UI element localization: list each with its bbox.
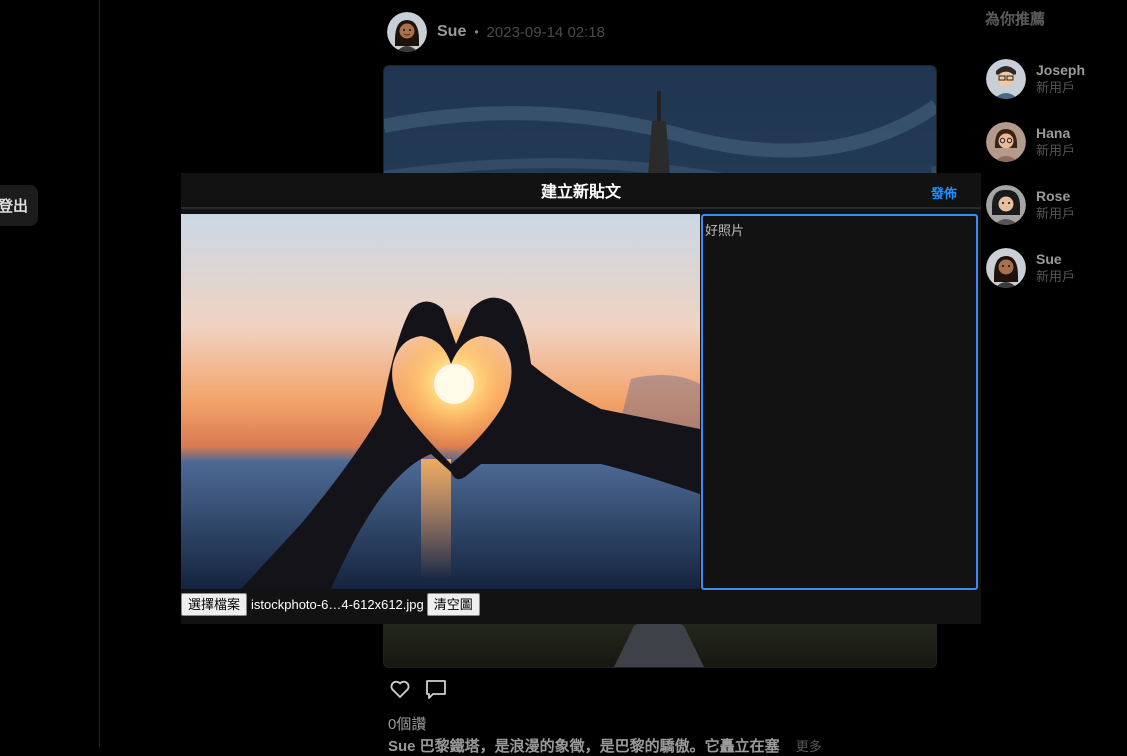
comment-icon[interactable] [424, 677, 448, 706]
suggestion-subtitle: 新用戶 [1036, 205, 1076, 221]
post-caption: Sue 巴黎鐵塔，是浪漫的象徵，是巴黎的驕傲。它矗立在塞 更多 [388, 735, 822, 756]
left-sidebar-divider [99, 0, 100, 747]
suggestion-item-rose[interactable]: Rose 新用戶 [986, 173, 1085, 236]
post-header: Sue • 2023-09-14 02:18 [387, 12, 605, 52]
heart-icon[interactable] [388, 677, 412, 706]
user-avatar[interactable] [986, 58, 1026, 99]
publish-button[interactable]: 發佈 [931, 183, 957, 202]
user-avatar[interactable] [986, 184, 1026, 225]
suggestions-list: Joseph 新用戶 Hana 新用戶 Rose 新用戶 Sue 新用戶 [986, 47, 1085, 299]
clear-image-button[interactable]: 清空圖 [426, 593, 480, 616]
user-avatar[interactable] [986, 247, 1026, 288]
like-count: 0個讚 [388, 716, 427, 733]
post-author-avatar[interactable] [387, 12, 427, 52]
suggestion-item-joseph[interactable]: Joseph 新用戶 [986, 47, 1085, 110]
post-timestamp: 2023-09-14 02:18 [486, 23, 605, 41]
post-actions [388, 677, 448, 706]
choose-file-button[interactable]: 選擇檔案 [181, 593, 248, 616]
suggestion-item-hana[interactable]: Hana 新用戶 [986, 110, 1085, 173]
suggestion-subtitle: 新用戶 [1036, 268, 1076, 284]
file-input-row: 選擇檔案 istockphoto-6…4-612x612.jpg 清空圖 [181, 593, 480, 616]
modal-title: 建立新貼文 [540, 184, 621, 201]
modal-header: 建立新貼文 發佈 [181, 173, 981, 209]
suggestion-subtitle: 新用戶 [1036, 79, 1076, 95]
suggestion-name[interactable]: Rose [1036, 187, 1075, 205]
suggestion-item-sue[interactable]: Sue 新用戶 [986, 236, 1085, 299]
suggestions-title: 為你推薦 [985, 11, 1046, 28]
suggestion-subtitle: 新用戶 [1036, 142, 1076, 158]
suggestion-name[interactable]: Joseph [1036, 61, 1085, 79]
caption-textarea[interactable]: 好照片 [701, 214, 978, 590]
create-post-modal: 建立新貼文 發佈 好照片 選擇檔案 istockphoto-6…4-612x61… [181, 173, 981, 624]
post-author-name[interactable]: Sue [437, 23, 466, 41]
suggestion-name[interactable]: Sue [1036, 250, 1075, 268]
selected-file-name: istockphoto-6…4-612x612.jpg [251, 597, 424, 612]
image-preview [181, 214, 700, 589]
suggestion-name[interactable]: Hana [1036, 124, 1075, 142]
separator-dot: • [474, 25, 479, 39]
logout-button[interactable]: 登出 [0, 185, 38, 226]
user-avatar[interactable] [986, 121, 1026, 162]
